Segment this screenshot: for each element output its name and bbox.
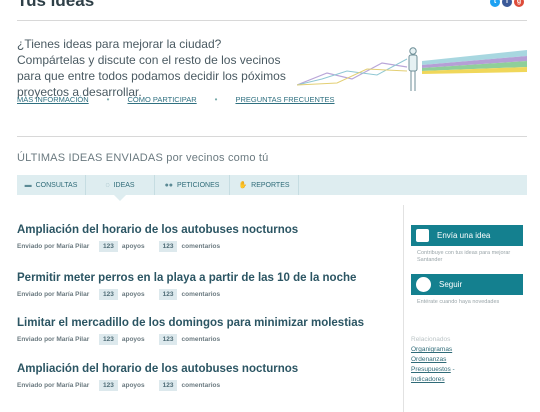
idea-meta: Enviado por María Pilar 123 apoyos 123 c…: [17, 289, 356, 300]
comments-label: comentarios: [181, 291, 221, 298]
idea-item: Permitir meter perros en la playa a part…: [17, 272, 356, 300]
comments-count: 123: [158, 380, 178, 391]
page-title: Tus ideas: [17, 0, 95, 10]
related-links: Ordenanzas: [411, 356, 446, 363]
chat-icon: ▬: [24, 181, 32, 189]
comments-count: 123: [158, 289, 178, 300]
related-links: Presupuestos -: [411, 366, 455, 373]
intro-text: ¿Tienes ideas para mejorar la ciudad? Co…: [17, 37, 286, 99]
tab-peticiones[interactable]: ●● PETICIONES: [155, 175, 230, 195]
votes-count: 123: [99, 334, 118, 345]
tab-reportes[interactable]: ✋ REPORTES: [230, 175, 299, 195]
idea-title[interactable]: Ampliación del horario de los autobuses …: [17, 224, 298, 236]
related-links: Indicadores: [411, 376, 445, 383]
idea-item: Ampliación del horario de los autobuses …: [17, 363, 298, 391]
follow-label: Seguir: [439, 280, 463, 289]
related-link-indicadores[interactable]: Indicadores: [411, 376, 445, 383]
idea-item: Limitar el mercadillo de los domingos pa…: [17, 317, 364, 345]
follow-icon: [416, 277, 431, 292]
comments-label: comentarios: [181, 382, 221, 389]
social-share: t f g: [490, 0, 524, 7]
follow-note: Entérate cuando haya novedades: [417, 299, 500, 305]
votes-label: apoyos: [121, 382, 145, 389]
tab-label: IDEAS: [113, 181, 135, 189]
link-separator: •: [106, 95, 110, 104]
related-links: Organigramas: [411, 346, 452, 353]
comments-label: comentarios: [181, 336, 221, 343]
idea-meta: Enviado por María Pilar 123 apoyos 123 c…: [17, 334, 364, 345]
send-idea-button[interactable]: Envía una idea: [411, 225, 523, 246]
group-icon: ●●: [164, 181, 174, 189]
link-separator: •: [214, 95, 218, 104]
tab-label: CONSULTAS: [35, 181, 78, 189]
idea-item: Ampliación del horario de los autobuses …: [17, 224, 298, 252]
comments-count: 123: [158, 334, 178, 345]
idea-title[interactable]: Limitar el mercadillo de los domingos pa…: [17, 317, 364, 329]
idea-author: Enviado por María Pilar: [17, 243, 90, 250]
votes-label: apoyos: [121, 336, 145, 343]
link-como-participar[interactable]: CÓMO PARTICIPAR: [127, 95, 196, 104]
idea-title[interactable]: Ampliación del horario de los autobuses …: [17, 363, 298, 375]
idea-title[interactable]: Permitir meter perros en la playa a part…: [17, 272, 356, 284]
hand-icon: ✋: [238, 182, 248, 189]
lightbulb-icon: ◌: [105, 181, 110, 189]
tab-label: PETICIONES: [177, 181, 220, 189]
facebook-icon[interactable]: f: [502, 0, 512, 7]
participation-illustration: [297, 47, 527, 91]
related-link-ordenanzas[interactable]: Ordenanzas: [411, 356, 446, 363]
tab-label: REPORTES: [251, 181, 290, 189]
votes-count: 123: [99, 380, 118, 391]
section-divider: [17, 136, 527, 137]
link-mas-informacion[interactable]: MÁS INFORMACIÓN: [17, 95, 89, 104]
googleplus-icon[interactable]: g: [514, 0, 524, 7]
votes-count: 123: [99, 289, 118, 300]
lightbulb-icon: [416, 229, 429, 242]
related-separator: -: [450, 366, 455, 373]
votes-count: 123: [99, 241, 118, 252]
idea-meta: Enviado por María Pilar 123 apoyos 123 c…: [17, 241, 298, 252]
intro-links: MÁS INFORMACIÓN • CÓMO PARTICIPAR • PREG…: [17, 95, 335, 104]
send-idea-note: Contribuye con tus ideas para mejorar Sa…: [417, 250, 511, 263]
sidebar-divider: [403, 205, 404, 412]
idea-author: Enviado por María Pilar: [17, 291, 90, 298]
comments-count: 123: [158, 241, 178, 252]
votes-label: apoyos: [121, 291, 145, 298]
header-divider: [17, 20, 527, 21]
idea-author: Enviado por María Pilar: [17, 382, 90, 389]
related-link-presupuestos[interactable]: Presupuestos: [411, 366, 451, 373]
send-idea-label: Envía una idea: [437, 231, 491, 240]
votes-label: apoyos: [121, 243, 145, 250]
twitter-icon[interactable]: t: [490, 0, 500, 7]
recent-ideas-title: ÚLTIMAS IDEAS ENVIADAS por vecinos como …: [17, 152, 269, 164]
related-link-organigramas[interactable]: Organigramas: [411, 346, 452, 353]
tab-consultas[interactable]: ▬ CONSULTAS: [17, 175, 86, 195]
category-tabs: ▬ CONSULTAS ◌ IDEAS ●● PETICIONES ✋ REPO…: [17, 175, 527, 201]
idea-meta: Enviado por María Pilar 123 apoyos 123 c…: [17, 380, 298, 391]
tab-ideas[interactable]: ◌ IDEAS: [86, 175, 155, 201]
related-label: Relacionados: [411, 336, 451, 343]
comments-label: comentarios: [181, 243, 221, 250]
idea-author: Enviado por María Pilar: [17, 336, 90, 343]
follow-button[interactable]: Seguir: [411, 274, 523, 295]
